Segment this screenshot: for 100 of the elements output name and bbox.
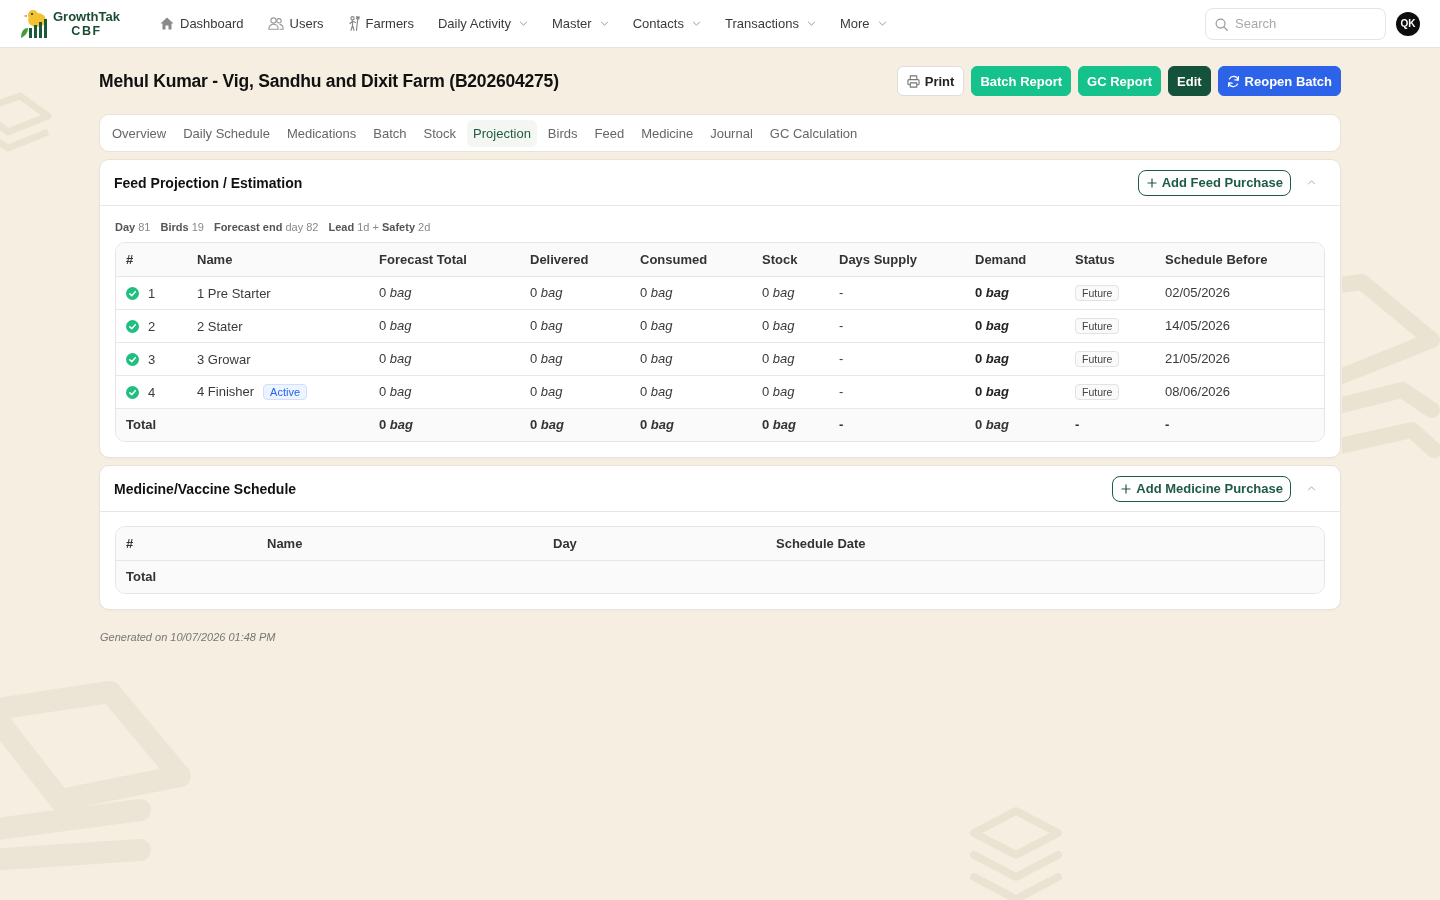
plus-icon [1121,483,1132,494]
reopen-button[interactable]: Reopen Batch [1217,66,1341,96]
status-badge: Future [1075,318,1120,334]
table-cell: 0 bag [965,276,1065,309]
table-cell: 14/05/2026 [1155,309,1324,342]
chevron-down-icon [806,21,816,26]
table-cell: 0 bag [752,375,829,408]
add-medicine-purchase-button[interactable]: Add Medicine Purchase [1112,475,1291,502]
brand-subtitle: CBF [71,24,102,38]
table-cell: 0 bag [965,309,1065,342]
chevron-up-icon[interactable] [1307,486,1316,491]
tab[interactable]: Daily Schedule [177,119,276,147]
status-badge: Future [1075,285,1120,301]
table-cell: 0 bag [752,276,829,309]
refresh-icon [1226,74,1240,88]
tab[interactable]: Batch [367,119,413,147]
status-badge: Future [1075,384,1120,400]
table-cell: 0 bag [369,375,520,408]
table-cell: 0 bag [965,375,1065,408]
print-button[interactable]: Print [896,66,965,96]
tab[interactable]: Medicine [635,119,700,147]
row-number: 3 [148,351,156,367]
feed-name: 3 Growar [197,351,251,367]
tab[interactable]: Overview [106,119,173,147]
tab[interactable]: Stock [417,119,463,147]
table-cell: 0 bag [369,309,520,342]
table-cell: - [829,375,965,408]
table-cell: - [829,342,965,375]
table-cell: 0 bag [369,276,520,309]
tab[interactable]: GC Calculation [763,119,864,147]
table-cell: - [1065,408,1155,441]
summary-text: Forecast end day 82 [213,220,319,234]
column-header: # [116,527,257,560]
table-cell: 0 bag [520,309,630,342]
tab[interactable]: Medications [280,119,363,147]
column-header: Day [543,527,766,560]
column-header: Demand [965,243,1065,276]
tab[interactable]: Feed [588,119,631,147]
table-cell: 0 bag [965,408,1065,441]
table-cell: 08/06/2026 [1155,375,1324,408]
active-tag: Active [263,383,308,400]
tab[interactable]: Projection [467,119,537,147]
table-cell: - [1155,408,1324,441]
feed-name: 1 Pre Starter [197,285,271,301]
column-header: Name [187,243,369,276]
plus-icon [1146,177,1157,188]
table-cell: 0 bag [369,408,520,441]
table-cell: 0 bag [630,276,752,309]
status-badge: Future [1075,351,1120,367]
table-cell: 0 bag [630,309,752,342]
column-header: Schedule Before [1155,243,1324,276]
users-icon [267,17,284,30]
table-cell: 0 bag [630,342,752,375]
tab[interactable]: Birds [541,119,584,147]
table-cell: 0 bag [630,408,752,441]
table-cell: 02/05/2026 [1155,276,1324,309]
summary-text: Birds 19 [160,220,204,234]
column-header: Consumed [630,243,752,276]
column-header: Forecast Total [369,243,520,276]
chevron-down-icon [691,21,701,26]
nav-menu[interactable]: Contacts [632,16,701,31]
table-cell: 0 bag [520,342,630,375]
feed-name: 2 Stater [197,318,243,334]
table-cell: 21/05/2026 [1155,342,1324,375]
section-title: Feed Projection / Estimation [114,174,303,191]
chevron-up-icon[interactable] [1307,180,1316,185]
nav-menu[interactable]: More [839,16,887,31]
user-avatar[interactable]: QK [1396,11,1420,36]
nav-link[interactable]: Farmers [347,16,414,31]
nav-link[interactable]: Dashboard [160,16,244,31]
search-field[interactable]: Search [1205,7,1386,40]
farmer-icon [347,16,360,31]
chevron-down-icon [518,21,528,26]
nav-menu[interactable]: Daily Activity [437,16,528,31]
chick-chart-logo-icon [20,8,50,39]
table-cell: - [829,276,965,309]
column-header: Status [1065,243,1155,276]
nav-menu[interactable]: Transactions [724,16,816,31]
nav-menu[interactable]: Master [551,16,609,31]
home-icon [160,17,174,30]
page-title: Mehul Kumar - Vig, Sandhu and Dixit Farm (B202604275) [99,70,559,92]
edit-button[interactable]: Edit [1168,66,1211,96]
search-icon [1215,17,1228,31]
row-number: 4 [148,384,156,400]
table-cell: 0 bag [369,342,520,375]
table-cell: 0 bag [965,342,1065,375]
tab[interactable]: Journal [704,119,759,147]
nav-link[interactable]: Users [267,16,324,31]
section-title: Medicine/Vaccine Schedule [114,480,297,497]
row-number: 2 [148,318,156,334]
table-cell: - [829,408,965,441]
column-header: Name [257,527,543,560]
column-header: Delivered [520,243,630,276]
column-header: Schedule Date [766,527,1324,560]
printer-icon [906,74,920,88]
table-cell: 0 bag [630,375,752,408]
brand-name: GrowthTak [53,9,120,23]
add-feed-purchase-button[interactable]: Add Feed Purchase [1137,169,1291,196]
total-label: Total [116,560,257,593]
column-header: # [116,243,187,276]
